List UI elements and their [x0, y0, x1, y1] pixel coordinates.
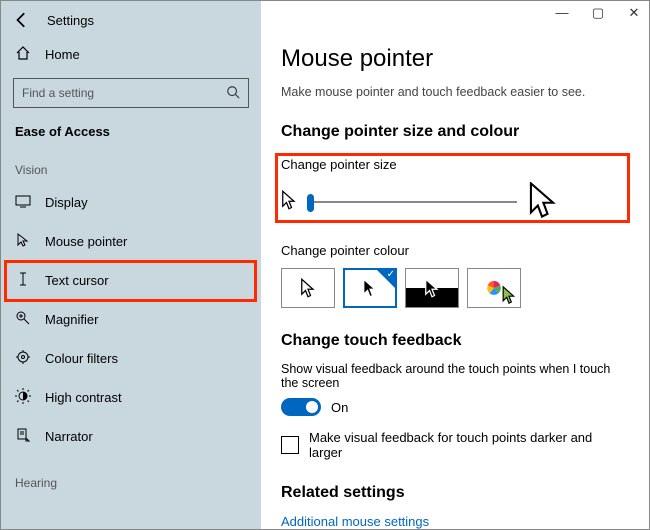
- sidebar-item-mouse-pointer[interactable]: Mouse pointer: [1, 222, 261, 261]
- sidebar-item-magnifier[interactable]: Magnifier: [1, 300, 261, 339]
- slider-thumb[interactable]: [307, 194, 314, 212]
- back-button[interactable]: [13, 11, 31, 29]
- pointer-colour-inverted[interactable]: [405, 268, 459, 308]
- category-label: Ease of Access: [1, 118, 261, 153]
- mouse-pointer-icon: [15, 232, 31, 251]
- additional-mouse-settings-link[interactable]: Additional mouse settings: [281, 514, 629, 529]
- section-size-colour: Change pointer size and colour: [281, 123, 629, 141]
- sidebar-item-label: Magnifier: [45, 312, 98, 327]
- group-vision: Vision: [1, 153, 261, 183]
- sidebar-home[interactable]: Home: [1, 37, 261, 72]
- touch-feedback-text: Show visual feedback around the touch po…: [281, 362, 629, 390]
- pointer-size-label: Change pointer size: [281, 157, 629, 172]
- checkbox-label: Make visual feedback for touch points da…: [309, 430, 629, 460]
- text-cursor-icon: [15, 271, 31, 290]
- display-icon: [15, 193, 31, 212]
- slider-track[interactable]: [307, 201, 517, 203]
- sidebar-item-label: Colour filters: [45, 351, 118, 366]
- sidebar-item-label: High contrast: [45, 390, 122, 405]
- group-hearing: Hearing: [1, 466, 261, 496]
- home-icon: [15, 45, 31, 64]
- pointer-size-slider[interactable]: [281, 182, 629, 221]
- close-button[interactable]: ✕: [625, 5, 643, 21]
- main-content: — ▢ ✕ Mouse pointer Make mouse pointer a…: [261, 1, 649, 529]
- maximize-button[interactable]: ▢: [589, 5, 607, 21]
- sidebar-item-colour-filters[interactable]: Colour filters: [1, 339, 261, 378]
- search-placeholder: Find a setting: [22, 86, 94, 100]
- cursor-small-icon: [281, 190, 297, 213]
- magnifier-icon: [15, 310, 31, 329]
- page-subtitle: Make mouse pointer and touch feedback ea…: [281, 85, 629, 99]
- check-icon: ✓: [387, 269, 395, 280]
- high-contrast-icon: [15, 388, 31, 407]
- pointer-colour-white[interactable]: [281, 268, 335, 308]
- cursor-large-icon: [527, 182, 557, 221]
- sidebar-item-high-contrast[interactable]: High contrast: [1, 378, 261, 417]
- search-icon: [226, 85, 240, 102]
- pointer-colour-custom[interactable]: [467, 268, 521, 308]
- sidebar-item-label: Narrator: [45, 429, 93, 444]
- app-title: Settings: [47, 13, 94, 28]
- toggle-state: On: [331, 400, 348, 415]
- sidebar-item-label: Display: [45, 195, 88, 210]
- page-title: Mouse pointer: [281, 45, 629, 73]
- pointer-colour-label: Change pointer colour: [281, 243, 629, 258]
- sidebar-item-display[interactable]: Display: [1, 183, 261, 222]
- section-related: Related settings: [281, 484, 629, 502]
- minimize-button[interactable]: —: [553, 5, 571, 21]
- search-input[interactable]: Find a setting: [13, 78, 249, 108]
- home-label: Home: [45, 47, 80, 62]
- pointer-colour-black[interactable]: ✓: [343, 268, 397, 308]
- sidebar-item-label: Text cursor: [45, 273, 109, 288]
- sidebar-item-label: Mouse pointer: [45, 234, 127, 249]
- colour-filters-icon: [15, 349, 31, 368]
- sidebar: Settings Home Find a setting Ease of Acc…: [1, 1, 261, 529]
- touch-feedback-toggle[interactable]: [281, 398, 321, 416]
- sidebar-item-narrator[interactable]: Narrator: [1, 417, 261, 456]
- sidebar-item-text-cursor[interactable]: Text cursor: [1, 261, 261, 300]
- narrator-icon: [15, 427, 31, 446]
- darker-larger-checkbox[interactable]: [281, 436, 299, 454]
- section-touch: Change touch feedback: [281, 332, 629, 350]
